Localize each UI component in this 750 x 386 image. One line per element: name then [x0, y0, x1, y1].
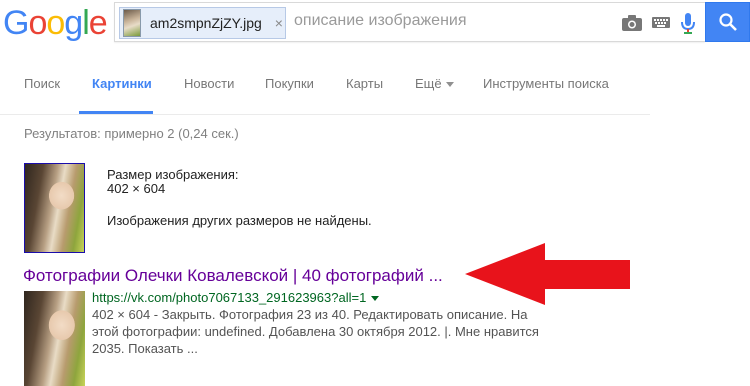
tab-more-label: Ещё [415, 76, 442, 91]
result-title-link[interactable]: Фотографии Олечки Ковалевской | 40 фотог… [23, 266, 443, 286]
image-size-label: Размер изображения: [107, 167, 239, 182]
camera-icon[interactable] [622, 15, 642, 31]
logo-letter: e [88, 4, 108, 42]
logo-letter: o [46, 4, 65, 42]
image-file-name: am2smpnZjZY.jpg [150, 15, 262, 31]
result-thumbnail[interactable] [24, 291, 85, 386]
tab-maps[interactable]: Карты [346, 76, 383, 91]
search-box[interactable]: am2smpnZjZY.jpg × описание изображения [114, 2, 705, 42]
search-tabs: Поиск Картинки Новости Покупки Карты Ещё… [0, 60, 650, 115]
tab-news[interactable]: Новости [184, 76, 234, 91]
search-icon [718, 13, 737, 31]
tab-search-tools[interactable]: Инструменты поиска [483, 76, 609, 91]
chevron-down-icon[interactable] [371, 296, 380, 302]
result-url-text: https://vk.com/photo7067133_291623963?al… [92, 290, 367, 305]
logo-letter: g [64, 4, 83, 42]
close-icon[interactable]: × [275, 15, 283, 31]
keyboard-icon[interactable] [652, 17, 670, 28]
search-button[interactable] [705, 2, 750, 42]
logo-letter: o [28, 4, 47, 42]
query-image-preview[interactable] [24, 163, 85, 253]
tab-search[interactable]: Поиск [24, 76, 60, 91]
tab-more[interactable]: Ещё [415, 76, 454, 91]
top-bar: Google am2smpnZjZY.jpg × описание изобра… [0, 0, 750, 60]
photo [24, 291, 85, 386]
image-size-value: 402 × 604 [107, 181, 166, 196]
google-logo[interactable]: Google [3, 3, 108, 43]
image-query-chip[interactable]: am2smpnZjZY.jpg × [119, 7, 286, 39]
active-tab-indicator [79, 111, 153, 114]
chevron-down-icon [445, 82, 454, 88]
microphone-icon[interactable] [681, 13, 695, 35]
logo-letter: G [3, 4, 29, 42]
no-other-sizes-text: Изображения других размеров не найдены. [107, 213, 372, 228]
result-snippet: 402 × 604 - Закрыть. Фотография 23 из 40… [92, 307, 539, 356]
query-image-thumbnail [123, 9, 141, 37]
result-stats: Результатов: примерно 2 (0,24 сек.) [24, 126, 239, 141]
tab-images[interactable]: Картинки [92, 76, 152, 91]
photo [25, 164, 84, 252]
tab-shopping[interactable]: Покупки [265, 76, 314, 91]
result-url[interactable]: https://vk.com/photo7067133_291623963?al… [92, 290, 380, 305]
red-arrow [465, 243, 630, 305]
search-input[interactable]: описание изображения [294, 12, 467, 30]
